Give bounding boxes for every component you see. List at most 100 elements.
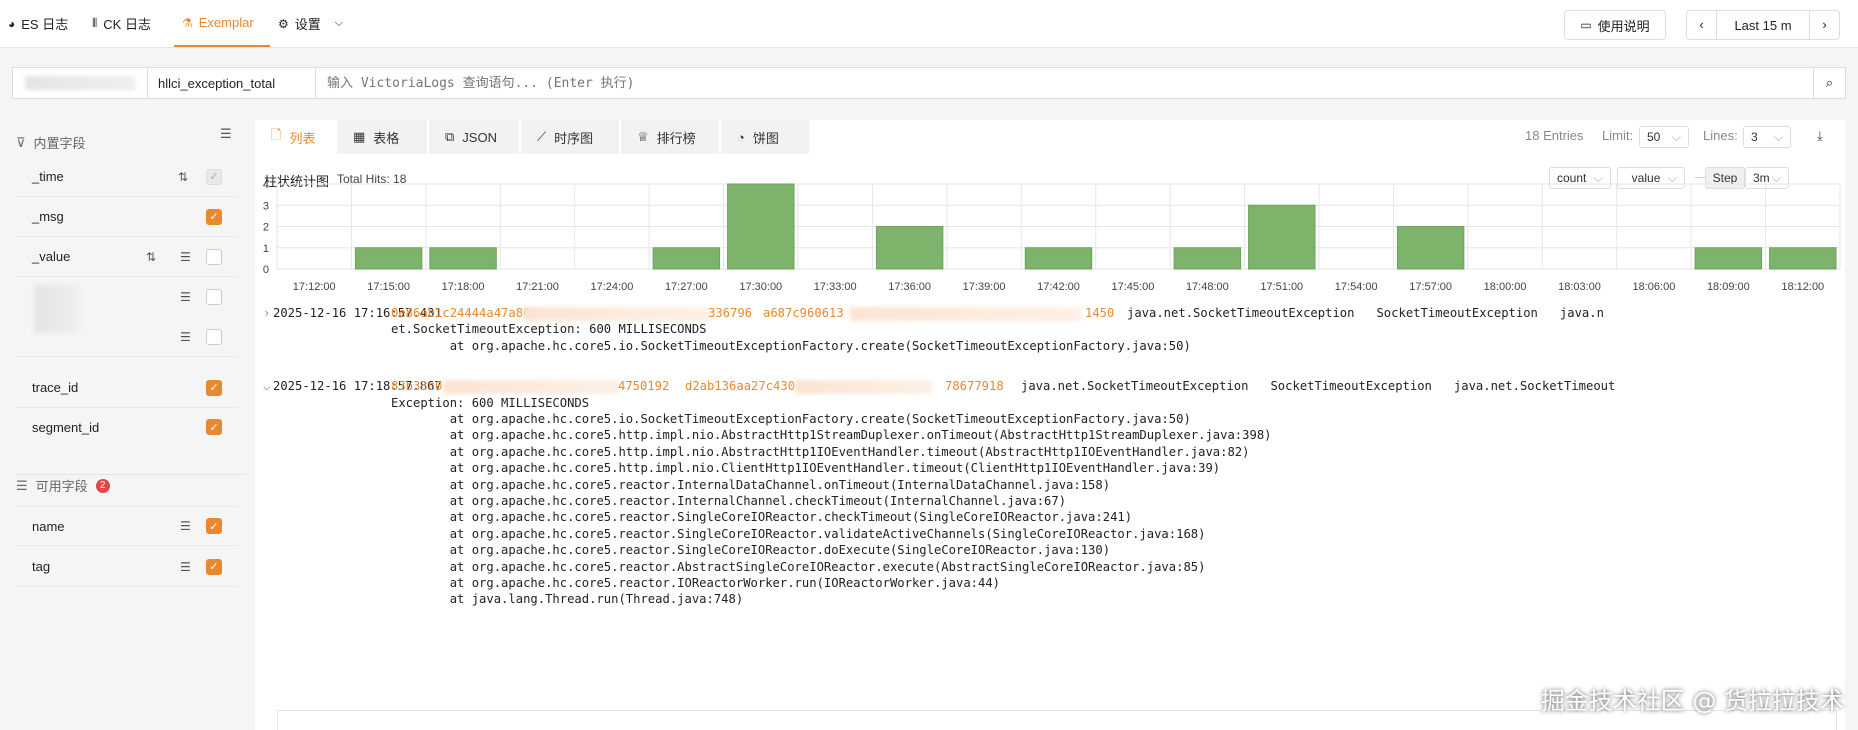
chevron-down-icon[interactable]: ⌵ [263,379,273,393]
tab-settings[interactable]: ⚙ 设置 ⌵ [278,0,343,47]
list-icon[interactable]: ☰ [180,330,191,344]
search-button[interactable]: ⌕ [1813,68,1845,98]
book-icon: ▭ [1580,18,1592,32]
query-input[interactable] [317,68,1811,98]
bar [875,226,944,270]
view-tab-label: JSON [462,129,497,145]
limit-select[interactable]: 50 ⌵ [1639,126,1689,148]
trace-id-value: 0e86ab1c24444a47a80c [391,306,538,320]
x-tick-label: 17:42:00 [1037,281,1080,293]
tab-exemplar[interactable]: ⚗ Exemplar [174,0,270,47]
y-tick-label: 1 [263,243,269,255]
log-message-line: at org.apache.hc.core5.reactor.SingleCor… [391,510,1133,525]
list-icon[interactable]: ☰ [180,290,191,304]
x-tick-label: 17:15:00 [367,281,410,293]
search-icon: ⌕ [1825,75,1834,90]
field-checkbox[interactable]: ✓ [206,419,222,435]
entries-count: 18 Entries [1525,128,1584,143]
top-nav-bar: ◕ ES 日志 ⦀ CK 日志 ⚗ Exemplar ⚙ 设置 ⌵ ▭ 使用说明… [0,0,1858,48]
x-tick-label: 17:30:00 [739,281,782,293]
log-message-line: at java.lang.Thread.run(Thread.java:748) [391,592,744,607]
view-tab-table[interactable]: ▦ 表格 [337,120,429,154]
field-checkbox[interactable] [206,289,222,305]
field-checkbox[interactable]: ✓ [206,168,222,185]
list-icon[interactable]: ☰ [180,250,191,264]
limit-value: 50 [1647,130,1661,144]
chevron-left-icon[interactable]: ‹ [1687,11,1717,39]
y-tick-label: 2 [263,222,269,234]
list-icon[interactable]: ☰ [180,519,191,533]
document-icon: 🗋 [271,127,282,142]
lines-select[interactable]: 3 ⌵ [1743,126,1791,148]
trace-id-value: 4750192 [618,379,670,394]
datasource-select[interactable] [13,68,148,98]
view-tab-list[interactable]: 🗋 列表 [255,120,337,154]
field-checkbox[interactable]: ✓ [206,558,222,575]
redacted-value [850,307,1082,321]
field-row-trace-id: trace_id ✓ [16,368,238,408]
field-checkbox[interactable]: ✓ [206,518,222,534]
field-checkbox[interactable]: ✓ [206,208,222,225]
x-tick-label: 18:09:00 [1707,281,1750,293]
x-tick-label: 17:36:00 [888,281,931,293]
log-message-line: at org.apache.hc.core5.reactor.InternalC… [391,494,1067,508]
tab-ck-logs[interactable]: ⦀ CK 日志 [92,0,151,47]
bar [354,247,423,270]
view-tab-json[interactable]: ⧉ JSON [429,120,521,154]
tab-es-logs[interactable]: ◕ ES 日志 [8,0,68,47]
trace-id-value: 336796 [708,306,753,320]
y-tick-label: 0 [263,264,269,276]
list-icon[interactable]: ☰ [180,560,191,574]
bar [1248,204,1316,270]
help-button[interactable]: ▭ 使用说明 [1564,10,1666,40]
clickhouse-icon: ⦀ [92,16,98,30]
sort-icon[interactable]: ⇅ [178,170,188,184]
divider [1695,177,1705,178]
flask-icon: ⚗ [182,15,193,30]
view-tab-ranking[interactable]: ♕ 排行榜 [621,120,721,154]
chevron-down-icon: ⌵ [1773,129,1783,144]
x-tick-label: 17:48:00 [1186,281,1229,293]
chevron-right-icon[interactable]: › [1809,11,1839,39]
field-checkbox[interactable]: ✓ [206,379,222,396]
histogram-chart: 0 1 2 3 4 17:12:00 17:15:00 17:18:00 17:21:00 17:… [263,180,1841,293]
tab-exemplar-label: Exemplar [198,15,254,30]
available-fields-title-row: ☰ 可用字段 2 [16,476,110,495]
field-row-redacted-1: ☰ [16,277,238,333]
bar [652,247,721,270]
log-fields: java.net.SocketTimeoutException SocketTi… [1021,379,1616,394]
segment-id-value: 78677918 [945,379,1004,394]
view-tab-pie[interactable]: ◔ 饼图 [721,120,811,154]
log-message-line: at org.apache.hc.core5.reactor.AbstractS… [391,559,1206,574]
bar [1024,247,1093,270]
field-name: _msg [32,209,64,224]
field-row-redacted-2: ☰ [16,317,238,357]
collapse-sidebar-icon[interactable]: ☰ [220,126,232,142]
time-range-value[interactable]: Last 15 m [1734,18,1791,33]
watermark: 掘金技术社区 @ 货拉拉技术 [1540,687,1844,715]
chevron-right-icon[interactable]: › [263,306,273,320]
bar [429,247,497,270]
builtin-fields-title: 内置字段 [33,136,86,151]
tab-es-logs-label: ES 日志 [21,17,69,32]
field-name: _time [32,169,64,184]
metric-name[interactable]: hllci_exception_total [148,68,316,98]
x-tick-label: 17:27:00 [665,281,708,293]
field-checkbox[interactable] [206,328,222,345]
code-icon: ⧉ [445,129,455,144]
field-name: _value [32,249,71,264]
download-icon[interactable]: ⤓ [1817,128,1823,144]
view-tab-label: 列表 [289,130,316,146]
x-tick-label: 17:33:00 [814,281,857,293]
line-chart-icon: ⟋ [537,129,547,144]
field-checkbox[interactable] [206,248,222,265]
sort-icon[interactable]: ⇅ [146,250,156,264]
tab-settings-label: 设置 [294,17,321,32]
field-sidebar: ⊽ 内置字段 ☰ _time ⇅ ✓ _msg ✓ _value ⇅ ☰ ☰ ☰… [0,114,246,730]
view-tab-timeseries[interactable]: ⟋ 时序图 [521,120,621,154]
redacted-value [795,380,933,395]
table-icon: ▦ [353,129,366,144]
y-tick-label: 4 [263,180,269,191]
x-tick-label: 17:12:00 [293,281,336,293]
bar [1173,247,1242,270]
